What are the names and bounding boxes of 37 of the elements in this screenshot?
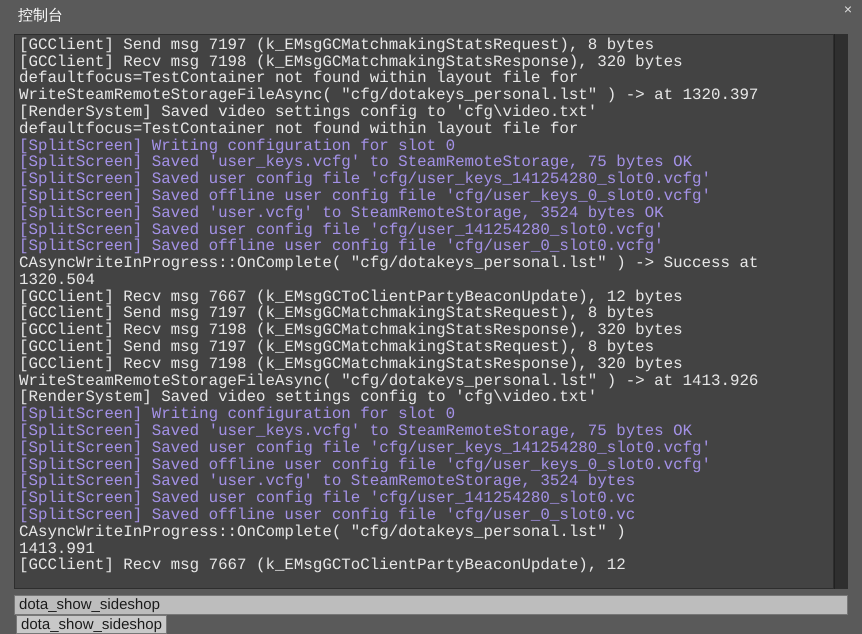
log-line: 1413.991	[19, 540, 95, 558]
log-line: WriteSteamRemoteStorageFileAsync( "cfg/dotakeys_personal.lst" ) -> at 1320.397	[19, 87, 758, 104]
log-line: [SplitScreen] Saved offline user config file 'cfg/user_keys_0_slot0.vcfg'	[19, 456, 712, 474]
log-line: [SplitScreen] Saved offline user config file 'cfg/user_0_slot0.vc	[19, 507, 636, 524]
log-line: [SplitScreen] Saved offline user config file 'cfg/user_0_slot0.vcfg'	[19, 238, 664, 256]
log-line: [GCClient] Recv msg 7198 (k_EMsgGCMatchmakingStatsResponse), 320 bytes	[19, 356, 683, 373]
log-line: defaultfocus=TestContainer not found within layout file for	[19, 70, 578, 88]
log-line: WriteSteamRemoteStorageFileAsync( "cfg/dotakeys_personal.lst" ) -> at 1413.926	[19, 372, 758, 390]
log-line: defaultfocus=TestContainer not found within layout file for	[19, 120, 578, 138]
log-line: [GCClient] Recv msg 7198 (k_EMsgGCMatchmakingStatsResponse), 320 bytes	[19, 54, 683, 70]
command-input[interactable]: dota_show_sideshop	[14, 595, 848, 615]
window-title: 控制台	[18, 6, 63, 26]
log-line: [SplitScreen] Writing configuration for slot 0	[19, 138, 456, 154]
log-line: [SplitScreen] Saved user config file 'cfg/user_141254280_slot0.vc	[19, 490, 636, 508]
log-line: [GCClient] Send msg 7197 (k_EMsgGCMatchmakingStatsRequest), 8 bytes	[19, 36, 654, 54]
log-line: [SplitScreen] Saved user config file 'cfg/user_keys_141254280_slot0.vcfg'	[19, 171, 712, 188]
log-line: [RenderSystem] Saved video settings config to 'cfg\video.txt'	[19, 104, 598, 121]
log-line: [SplitScreen] Saved 'user.vcfg' to SteamRemoteStorage, 3524 bytes	[19, 473, 636, 490]
log-line: [RenderSystem] Saved video settings config to 'cfg\video.txt'	[19, 389, 598, 406]
close-button[interactable]: ×	[844, 2, 852, 16]
log-line: CAsyncWriteInProgress::OnComplete( "cfg/dotakeys_personal.lst" )	[19, 524, 626, 541]
log-line: [SplitScreen] Saved 'user_keys.vcfg' to SteamRemoteStorage, 75 bytes OK	[19, 423, 692, 440]
log-line: [SplitScreen] Saved offline user config file 'cfg/user_keys_0_slot0.vcfg'	[19, 188, 712, 205]
log-line: [GCClient] Send msg 7197 (k_EMsgGCMatchmakingStatsRequest), 8 bytes	[19, 305, 654, 322]
log-line: [GCClient] Recv msg 7198 (k_EMsgGCMatchmakingStatsResponse), 320 bytes	[19, 322, 683, 340]
log-line: 1320.504	[19, 272, 95, 289]
log-line: CAsyncWriteInProgress::OnComplete( "cfg/dotakeys_personal.lst" ) -> Success at	[19, 255, 758, 272]
log-line: [SplitScreen] Writing configuration for slot 0	[19, 406, 456, 424]
log-line: [SplitScreen] Saved user config file 'cfg/user_keys_141254280_slot0.vcfg'	[19, 440, 712, 457]
log-line: [SplitScreen] Saved user config file 'cfg/user_141254280_slot0.vcfg'	[19, 222, 664, 238]
scrollbar[interactable]	[834, 34, 848, 589]
log-line: [SplitScreen] Saved 'user_keys.vcfg' to SteamRemoteStorage, 75 bytes OK	[19, 154, 692, 172]
log-line: [GCClient] Recv msg 7667 (k_EMsgGCToClientPartyBeaconUpdate), 12 bytes	[19, 288, 683, 306]
log-line: [GCClient] Send msg 7197 (k_EMsgGCMatchmakingStatsRequest), 8 bytes	[19, 339, 654, 356]
log-line: [GCClient] Recv msg 7667 (k_EMsgGCToClientPartyBeaconUpdate), 12	[19, 557, 626, 574]
suggestion-item[interactable]: dota_show_sideshop	[16, 615, 167, 634]
log-line: [SplitScreen] Saved 'user.vcfg' to SteamRemoteStorage, 3524 bytes OK	[19, 204, 664, 222]
